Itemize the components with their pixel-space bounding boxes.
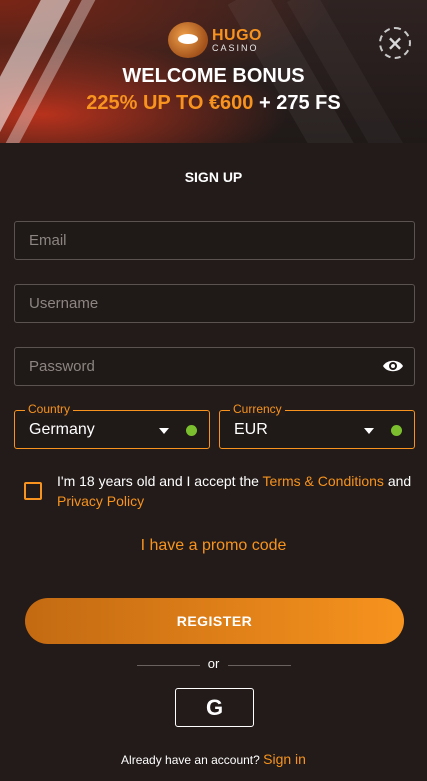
- currency-value: EUR: [234, 420, 268, 438]
- register-button[interactable]: REGISTER: [25, 598, 404, 644]
- casino-logo: HUGO CASINO: [168, 22, 268, 58]
- currency-label: Currency: [230, 402, 285, 416]
- consent-text: I'm 18 years old and I accept the Terms …: [57, 471, 417, 511]
- divider: [228, 665, 291, 666]
- password-field-wrap[interactable]: [14, 347, 415, 386]
- email-field[interactable]: [29, 232, 369, 249]
- country-select[interactable]: Country Germany: [14, 402, 210, 449]
- chevron-down-icon: [364, 428, 374, 434]
- bonus-highlight: 225% UP TO €600: [86, 92, 254, 114]
- account-text: Already have an account?: [121, 753, 264, 767]
- chevron-down-icon: [159, 428, 169, 434]
- bonus-free-spins: + 275 FS: [253, 92, 341, 114]
- promo-code-link[interactable]: I have a promo code: [0, 537, 427, 555]
- check-icon: [186, 425, 197, 436]
- close-icon: ×: [386, 31, 404, 55]
- consent-middle: and: [383, 473, 412, 489]
- email-field-wrap[interactable]: [14, 221, 415, 260]
- or-separator: or: [207, 656, 220, 671]
- consent-prefix: I'm 18 years old and I accept the: [57, 473, 263, 489]
- close-button[interactable]: ×: [379, 27, 411, 59]
- currency-select[interactable]: Currency EUR: [219, 402, 415, 449]
- sign-in-prompt: Already have an account? Sign in: [0, 751, 427, 767]
- country-label: Country: [25, 402, 74, 416]
- terms-link[interactable]: Terms & Conditions: [263, 473, 384, 489]
- username-field[interactable]: [29, 295, 369, 312]
- page-title: SIGN UP: [184, 169, 243, 185]
- sign-in-link[interactable]: Sign in: [263, 751, 306, 767]
- google-icon: G: [205, 694, 224, 720]
- password-field[interactable]: [29, 358, 369, 375]
- google-login-button[interactable]: G: [175, 688, 254, 727]
- eye-icon[interactable]: [382, 358, 404, 374]
- privacy-link[interactable]: Privacy Policy: [57, 493, 144, 509]
- mascot-icon: [168, 22, 208, 58]
- logo-subtitle: CASINO: [212, 42, 259, 53]
- country-value: Germany: [29, 420, 95, 438]
- logo-title: HUGO: [212, 26, 262, 44]
- welcome-title: WELCOME BONUS: [122, 65, 305, 87]
- username-field-wrap[interactable]: [14, 284, 415, 323]
- bonus-offer: 225% UP TO €600 + 275 FS: [0, 92, 427, 115]
- age-terms-checkbox[interactable]: [24, 482, 42, 500]
- check-icon: [391, 425, 402, 436]
